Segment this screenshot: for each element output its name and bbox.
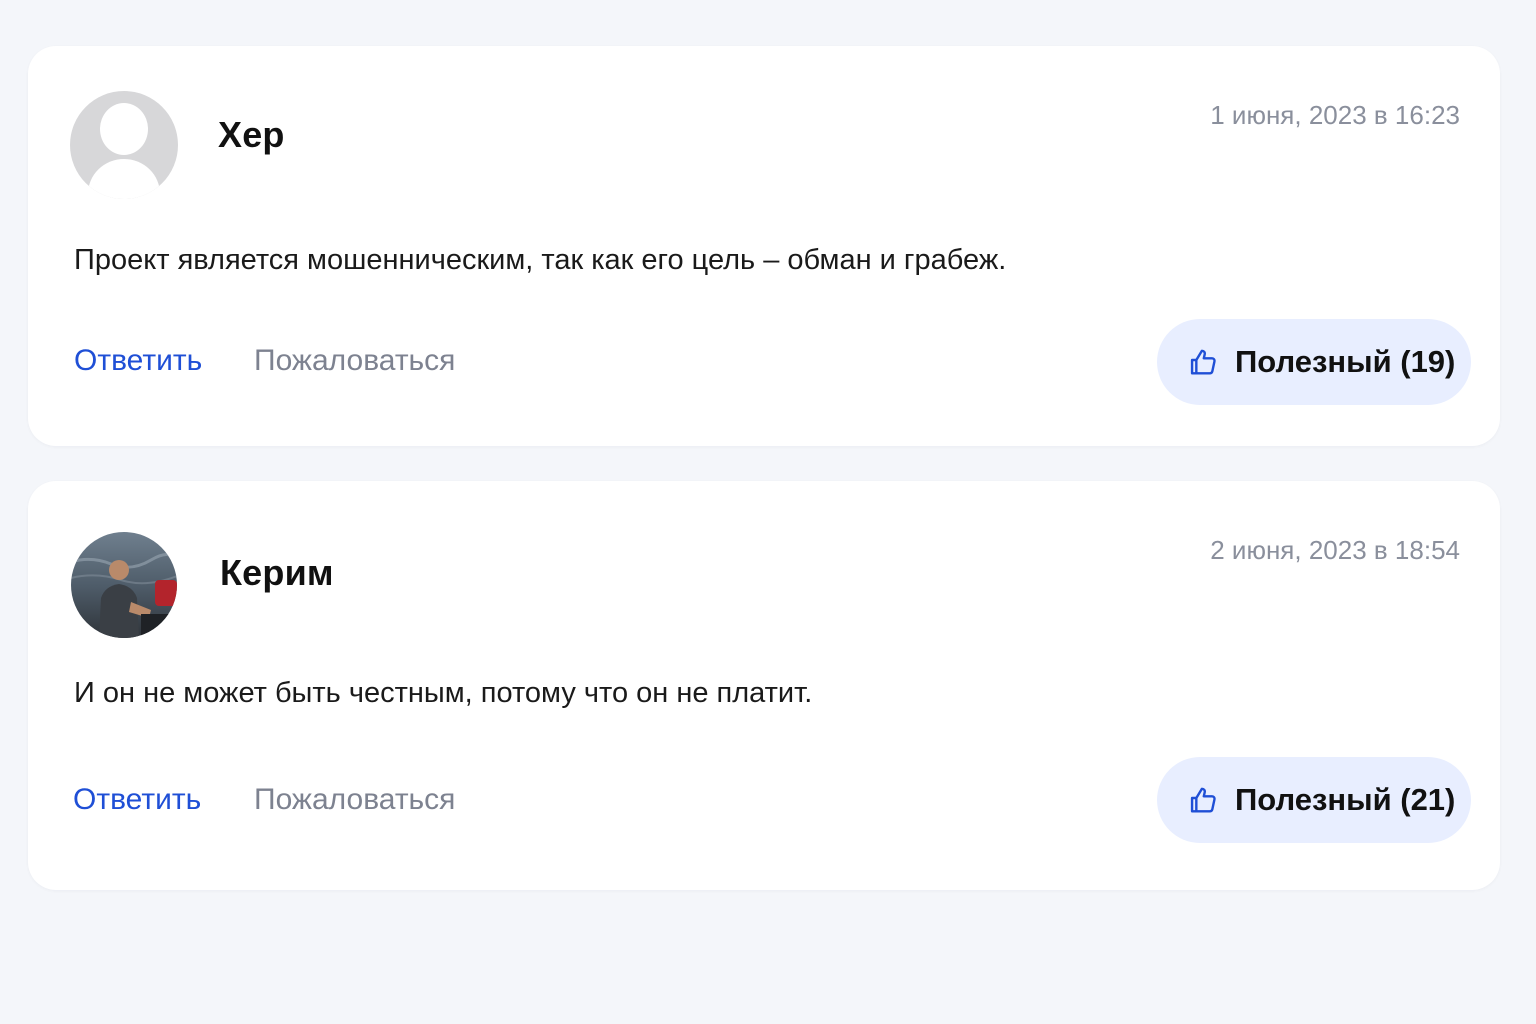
thumbs-up-icon bbox=[1190, 349, 1216, 375]
comment-card: Хер 1 июня, 2023 в 16:23 Проект является… bbox=[28, 46, 1500, 446]
report-link[interactable]: Пожаловаться bbox=[254, 344, 455, 378]
comment-text: И он не может быть честным, потому что о… bbox=[74, 677, 813, 709]
report-link[interactable]: Пожаловаться bbox=[254, 783, 455, 817]
avatar-photo bbox=[71, 532, 177, 638]
author-name: Хер bbox=[218, 114, 285, 155]
avatar bbox=[70, 91, 178, 199]
helpful-button[interactable]: Полезный (21) bbox=[1157, 757, 1471, 843]
author-name: Керим bbox=[220, 552, 334, 593]
helpful-button[interactable]: Полезный (19) bbox=[1157, 319, 1471, 405]
comment-date: 1 июня, 2023 в 16:23 bbox=[1210, 100, 1460, 130]
comment-card: Керим 2 июня, 2023 в 18:54 И он не может… bbox=[28, 481, 1500, 890]
thumbs-up-icon bbox=[1190, 787, 1216, 813]
helpful-label: Полезный (19) bbox=[1235, 344, 1456, 379]
reply-link[interactable]: Ответить bbox=[73, 783, 201, 817]
comment-date: 2 июня, 2023 в 18:54 bbox=[1210, 535, 1460, 565]
reply-link[interactable]: Ответить bbox=[74, 344, 202, 378]
helpful-label: Полезный (21) bbox=[1235, 782, 1456, 817]
avatar bbox=[71, 532, 177, 638]
comment-text: Проект является мошенническим, так как е… bbox=[74, 244, 1007, 276]
